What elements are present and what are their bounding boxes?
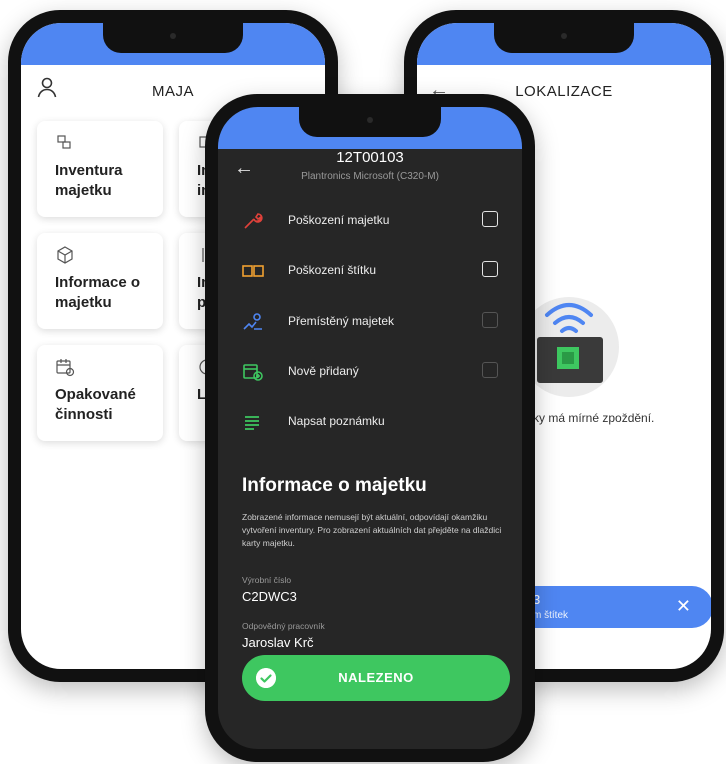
- option-checkbox[interactable]: [482, 261, 498, 277]
- option-label: Přemístěný majetek: [288, 314, 395, 328]
- tile-opakovane[interactable]: Opakované činnosti: [37, 345, 163, 441]
- tile-informace[interactable]: Informace o majetku: [37, 233, 163, 329]
- tile-label: Informace o majetku: [55, 274, 141, 311]
- field-value-worker: Jaroslav Krč: [242, 635, 314, 650]
- note-lines-icon: [245, 416, 259, 430]
- tile-label: Inventura majetku: [55, 162, 123, 199]
- boxes-icon: [57, 135, 71, 149]
- banner-subtitle: m štítek: [533, 610, 569, 621]
- phone-asset-detail: ← 12T00103 Plantronics Microsoft (C320-M…: [205, 94, 535, 762]
- asset-header: ← 12T00103 Plantronics Microsoft (C320-M…: [218, 149, 522, 197]
- option-premisteny-majetek[interactable]: Přemístěný majetek: [218, 307, 522, 337]
- close-icon[interactable]: ✕: [676, 596, 691, 617]
- field-label-serial: Výrobní číslo: [242, 575, 292, 585]
- status-message: tečky má mírné zpoždění.: [517, 411, 655, 425]
- info-note: Zobrazené informace nemusejí být aktuáln…: [242, 512, 502, 548]
- asset-name: Plantronics Microsoft (C320-M): [301, 171, 439, 182]
- wrench-icon: [244, 213, 263, 229]
- option-checkbox[interactable]: [482, 211, 498, 227]
- tile-inventura[interactable]: Inventura majetku: [37, 121, 163, 217]
- phone-notch: [299, 107, 441, 137]
- option-napsat-poznamku[interactable]: Napsat poznámku: [218, 407, 522, 437]
- field-label-worker: Odpovědný pracovník: [242, 621, 325, 631]
- found-button-label: NALEZENO: [338, 670, 414, 685]
- option-poskozeni-stitku[interactable]: Poškození štítku: [218, 256, 522, 286]
- asset-code: 12T00103: [336, 149, 404, 166]
- found-button[interactable]: NALEZENO: [242, 655, 510, 701]
- option-poskozeni-majetku[interactable]: Poškození majetku: [218, 206, 522, 236]
- section-title: Informace o majetku: [242, 475, 427, 496]
- option-label: Poškození štítku: [288, 263, 377, 277]
- phone-notch: [103, 23, 243, 53]
- move-icon: [243, 313, 262, 330]
- option-checkbox[interactable]: [482, 362, 498, 378]
- option-checkbox[interactable]: [482, 312, 498, 328]
- tile-label: Opakované činnosti: [55, 386, 136, 423]
- option-nove-pridany[interactable]: Nově přidaný: [218, 357, 522, 387]
- package-icon: [57, 246, 73, 264]
- phone-notch: [494, 23, 634, 53]
- calendar-plus-icon: [243, 364, 263, 381]
- label-icon: [242, 265, 264, 277]
- asset-detail-screen: ← 12T00103 Plantronics Microsoft (C320-M…: [218, 107, 522, 749]
- option-label: Poškození majetku: [288, 213, 390, 227]
- field-value-serial: C2DWC3: [242, 589, 297, 604]
- calendar-repeat-icon: [56, 359, 75, 377]
- option-label: Napsat poznámku: [288, 414, 385, 428]
- option-label: Nově přidaný: [288, 364, 359, 378]
